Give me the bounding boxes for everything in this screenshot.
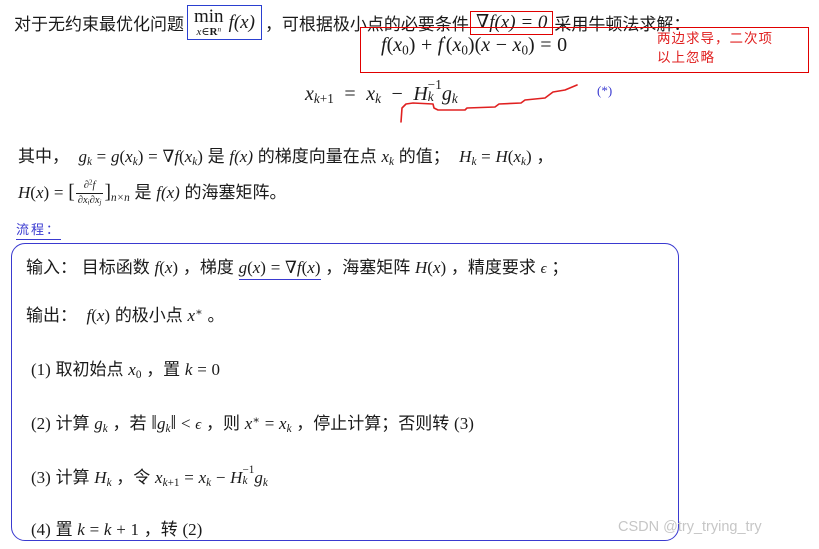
input-precision-text: ，精度要求	[450, 258, 536, 278]
algorithm-step-2: (2) 计算 gk ，若 ‖gk‖ < ϵ ，则 x∗ = xk ，停止计算；否…	[31, 409, 474, 435]
step-4-text-b: ，转	[143, 520, 178, 540]
intro-prefix-text: 对于无约束最优化问题	[14, 15, 184, 36]
page-root: 对于无约束最优化问题 min x∈Rn f(x) ，可根据极小点的必要条件 ∇f…	[0, 0, 819, 549]
gk-definition: gk = g(xk) = ∇f(xk)	[78, 147, 203, 168]
xk-reference: xk	[381, 147, 394, 168]
output-label: 输出：	[26, 306, 77, 326]
step-1-x0: x0	[128, 360, 142, 381]
min-objective: f(x)	[228, 12, 255, 34]
red-annotation-line-1: 两边求导，二次项	[657, 31, 773, 47]
output-terminator: 。	[207, 306, 225, 326]
algorithm-box: 输入： 目标函数 f(x) ，梯度 g(x) = ∇f(x) ，海塞矩阵 H(x…	[11, 243, 679, 541]
output-minimum-text: 的极小点	[114, 306, 183, 326]
red-squiggle-underline	[400, 84, 578, 123]
step-2-goto: (3)	[454, 414, 474, 433]
step-1-number: (1)	[31, 360, 51, 379]
flow-section-label: 流程：	[16, 219, 62, 240]
input-objective-formula: f(x)	[154, 258, 179, 277]
Hk-definition: Hk = H(xk)	[459, 147, 532, 168]
step-1-text-b: ，置	[146, 360, 181, 380]
step-4-number: (4)	[31, 520, 51, 539]
algorithm-step-3: (3) 计算 Hk ，令 xk+1 = xk − H −1 k gk	[31, 463, 268, 489]
min-operator-label: min	[194, 6, 224, 27]
input-hessian-formula: H(x)	[414, 258, 447, 277]
input-hessian-text: ，海塞矩阵	[325, 258, 411, 278]
min-operator: min x∈Rn	[194, 7, 224, 38]
step-3-update-rule: xk+1 = xk − H −1 k gk	[155, 464, 268, 489]
step-2-gk: gk	[94, 414, 108, 435]
step-3-Hk: Hk	[94, 468, 112, 489]
explanation-prefix: 其中，	[18, 147, 69, 167]
step-2-text-b: ，若	[112, 414, 147, 434]
explanation-is-1: 是	[207, 147, 225, 167]
min-operator-subscript: x∈Rn	[196, 25, 222, 38]
explanation-hessian-text: 的海塞矩阵。	[184, 183, 287, 203]
boxed-min-problem: min x∈Rn f(x)	[187, 5, 262, 41]
explanation-comma-1: ，	[536, 147, 554, 167]
step-3-number: (3)	[31, 468, 51, 487]
input-terminator: ；	[551, 258, 569, 278]
red-handwritten-annotation: 两边求导，二次项 以上忽略	[657, 30, 807, 68]
step-4-text-a: 置	[55, 520, 73, 540]
step-1-k-init: k = 0	[184, 360, 221, 379]
step-1-text-a: 取初始点	[55, 360, 124, 380]
algorithm-step-4: (4) 置 k = k + 1 ，转 (2)	[31, 515, 202, 540]
step-2-norm-condition: ‖gk‖ < ϵ	[151, 412, 202, 435]
algorithm-step-1: (1) 取初始点 x0 ，置 k = 0	[31, 355, 220, 380]
input-objective-text: 目标函数	[81, 258, 150, 278]
hessian-definition: H(x) = [∂2f ∂xi∂xj]n×n	[18, 178, 130, 207]
red-annotation-line-2: 以上忽略	[657, 50, 715, 66]
algorithm-output-line: 输出： f(x) 的极小点 x∗ 。	[26, 301, 224, 326]
step-3-text-a: 计算	[55, 468, 90, 488]
explanation-line-2: H(x) = [∂2f ∂xi∂xj]n×n 是 f(x) 的海塞矩阵。	[18, 178, 287, 207]
explanation-gradient-text: 的梯度向量在点	[257, 147, 377, 167]
step-2-number: (2)	[31, 414, 51, 433]
taylor-equation: f(x0) + f′(x0)(x − x0) = 0	[381, 33, 568, 58]
step-4-k-increment: k = k + 1	[77, 520, 140, 539]
input-label: 输入：	[26, 258, 77, 278]
taylor-equation-box: f(x0) + f′(x0)(x − x0) = 0 两边求导，二次项 以上忽略	[360, 27, 809, 73]
fx-reference-1: f(x)	[229, 147, 253, 166]
fx-reference-2: f(x)	[156, 183, 180, 202]
step-3-text-b: ，令	[116, 468, 151, 488]
input-epsilon-symbol: ϵ	[540, 261, 547, 277]
output-function-formula: f(x)	[86, 306, 111, 325]
explanation-line-1: 其中， gk = g(xk) = ∇f(xk) 是 f(x) 的梯度向量在点 x…	[18, 142, 553, 167]
algorithm-input-line: 输入： 目标函数 f(x) ，梯度 g(x) = ∇f(x) ，海塞矩阵 H(x…	[26, 253, 569, 280]
step-2-text-a: 计算	[55, 414, 90, 434]
step-2-text-c: ，则	[206, 414, 241, 434]
explanation-is-2: 是	[134, 183, 152, 203]
csdn-watermark: CSDN @try_trying_try	[618, 519, 762, 535]
explanation-value-text: 的值；	[398, 147, 450, 167]
step-2-text-d: ，停止计算；否则转	[296, 414, 450, 434]
step-4-goto: (2)	[182, 520, 203, 539]
step-2-xstar-assign: x∗ = xk	[244, 414, 292, 435]
output-xstar: x∗	[187, 306, 203, 325]
input-gradient-formula: g(x) = ∇f(x)	[238, 258, 321, 280]
input-gradient-text: ，梯度	[182, 258, 234, 278]
